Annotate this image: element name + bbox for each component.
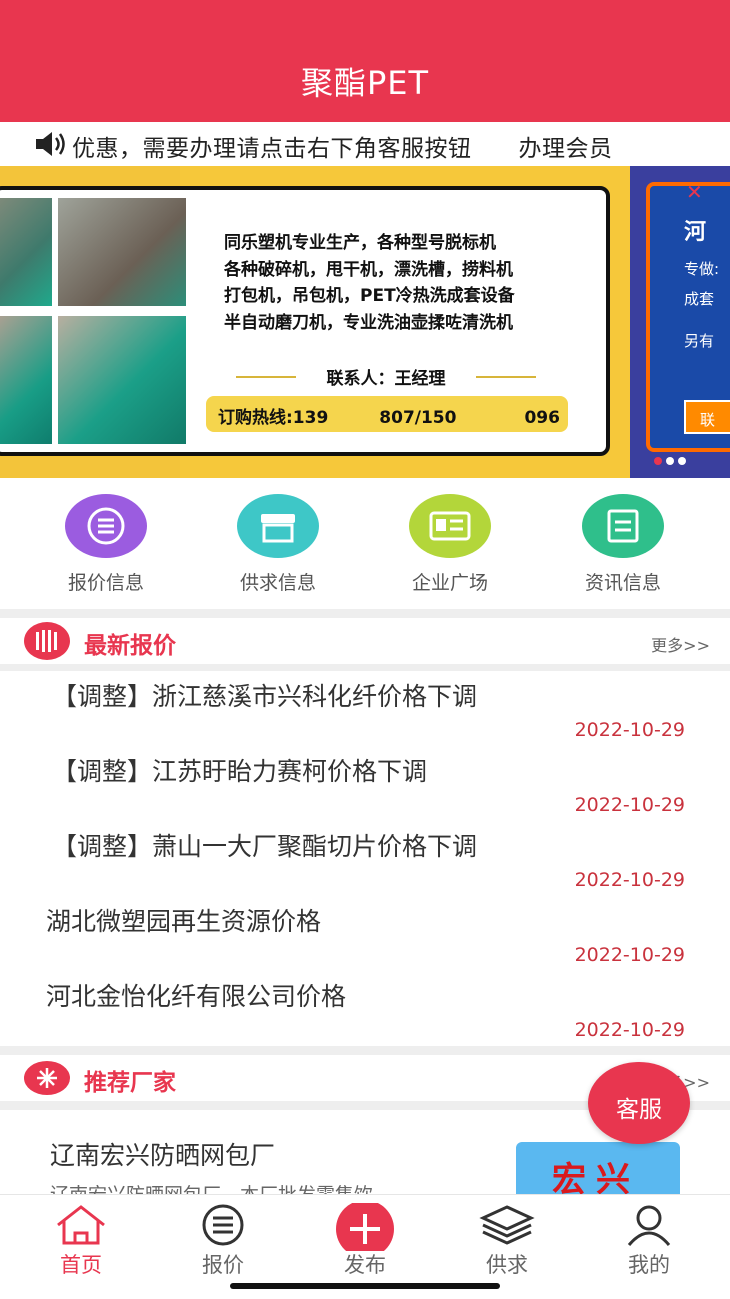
tab-home[interactable]: 首页 — [31, 1203, 131, 1279]
banner-ad-card[interactable]: 同乐塑机专业生产，各种型号脱标机 各种破碎机，甩干机，漂洗槽，捞料机 打包机，吊… — [0, 186, 610, 456]
carousel-dots — [654, 450, 690, 465]
plus-icon — [315, 1200, 415, 1258]
id-card-icon — [409, 494, 491, 558]
factory-name: 辽南宏兴防晒网包厂 — [50, 1141, 276, 1170]
quicknav-supply[interactable]: 供求信息 — [218, 494, 338, 595]
section-title: 推荐厂家 — [84, 1070, 176, 1096]
list-icon — [65, 494, 147, 558]
tab-quotes[interactable]: 报价 — [173, 1203, 273, 1279]
machine-photo — [0, 198, 52, 306]
list-item[interactable]: 【调整】浙江慈溪市兴科化纤价格下调 2022-10-29 — [0, 671, 730, 746]
sparkle-icon — [24, 1061, 70, 1095]
section-title: 最新报价 — [84, 633, 176, 659]
quicknav-quotes[interactable]: 报价信息 — [46, 494, 166, 595]
latest-quotes-header: 最新报价 更多>> — [0, 618, 730, 664]
list-item[interactable]: 湖北微塑园再生资源价格 2022-10-29 — [0, 896, 730, 971]
notice-text: 优惠，需要办理请点击右下角客服按钮 办理会员 — [72, 136, 613, 162]
notice-bar[interactable]: 优惠，需要办理请点击右下角客服按钮 办理会员 — [0, 122, 730, 166]
machine-photo — [58, 198, 186, 306]
speaker-icon — [36, 132, 65, 156]
factory-logo: 宏兴 — [516, 1142, 680, 1200]
machine-photo — [58, 316, 186, 444]
home-indicator — [230, 1283, 500, 1289]
quick-nav: 报价信息 供求信息 企业广场 资讯信息 — [0, 478, 730, 610]
banner-description: 同乐塑机专业生产，各种型号脱标机 各种破碎机，甩干机，漂洗槽，捞料机 打包机，吊… — [224, 233, 515, 333]
store-icon — [237, 494, 319, 558]
user-icon — [599, 1203, 699, 1247]
customer-service-button[interactable]: 客服 — [588, 1062, 690, 1144]
tab-mine[interactable]: 我的 — [599, 1203, 699, 1279]
banner-next-card[interactable]: ✕ 河 专做: 成套 另有 联 — [646, 180, 730, 452]
banner-carousel[interactable]: 同乐塑机专业生产，各种型号脱标机 各种破碎机，甩干机，漂洗槽，捞料机 打包机，吊… — [0, 166, 730, 478]
banner-contact-button[interactable]: 联 — [684, 400, 730, 434]
home-icon — [31, 1203, 131, 1247]
page-title: 聚酯PET — [300, 64, 430, 102]
list-item[interactable]: 河北金怡化纤有限公司价格 2022-10-29 — [0, 971, 730, 1046]
tab-publish[interactable]: 发布 — [315, 1200, 415, 1279]
document-icon — [582, 494, 664, 558]
machine-photo — [0, 316, 52, 444]
app-header: 聚酯PET — [0, 0, 730, 122]
list-icon — [173, 1203, 273, 1247]
close-icon[interactable]: ✕ — [686, 180, 703, 204]
list-item[interactable]: 【调整】江苏盱眙力赛柯价格下调 2022-10-29 — [0, 746, 730, 821]
tab-supply[interactable]: 供求 — [457, 1203, 557, 1279]
layers-icon — [457, 1203, 557, 1247]
list-item[interactable]: 【调整】萧山一大厂聚酯切片价格下调 2022-10-29 — [0, 821, 730, 896]
bars-icon — [24, 622, 70, 660]
banner-contact: 联系人：王经理 — [236, 364, 536, 389]
more-link[interactable]: 更多>> — [651, 632, 710, 656]
quicknav-enterprise[interactable]: 企业广场 — [390, 494, 510, 595]
latest-quotes-list: 【调整】浙江慈溪市兴科化纤价格下调 2022-10-29 【调整】江苏盱眙力赛柯… — [0, 671, 730, 1046]
quicknav-news[interactable]: 资讯信息 — [563, 494, 683, 595]
banner-hotline: 订购热线:139 807/150 096 — [206, 396, 568, 432]
